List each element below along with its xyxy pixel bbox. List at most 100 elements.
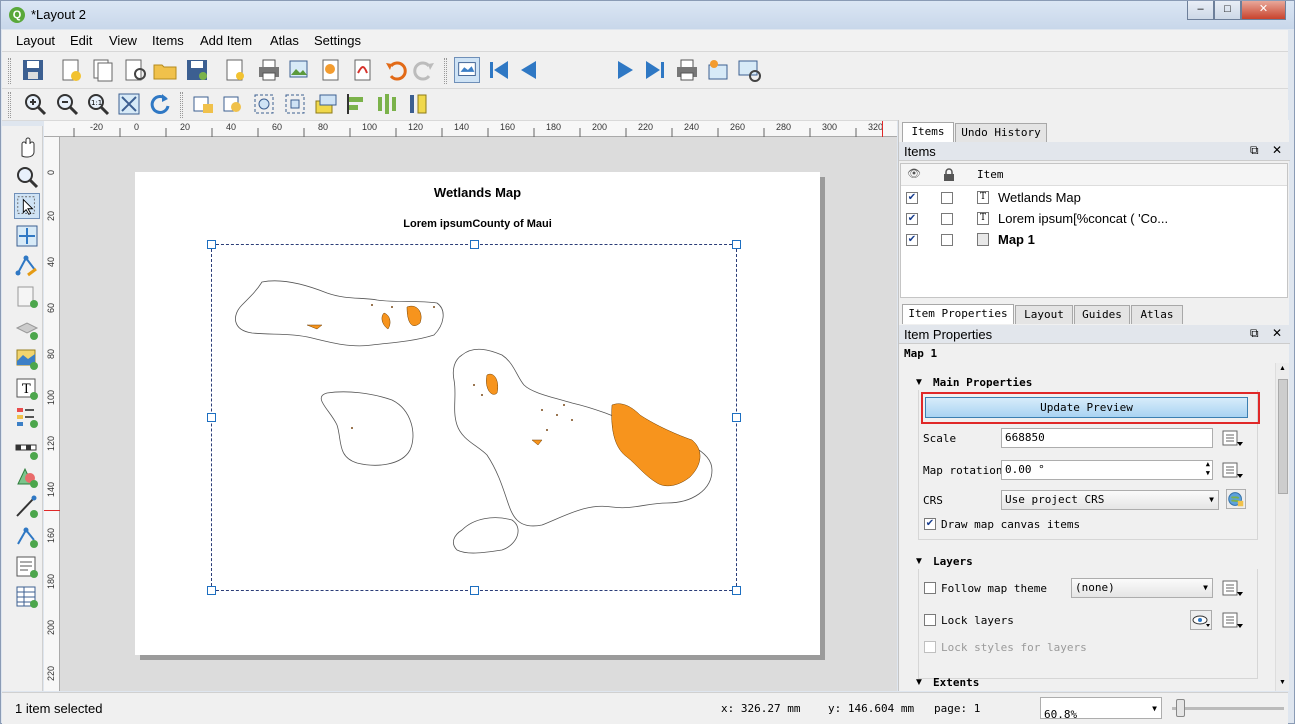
add-page-icon[interactable]	[14, 284, 40, 310]
scroll-down-icon[interactable]: ▼	[1279, 679, 1286, 686]
lock-layers-checkbox[interactable]	[924, 614, 936, 626]
atlas-settings-icon[interactable]	[736, 57, 762, 83]
save-icon[interactable]	[20, 57, 46, 83]
item-row[interactable]: ✔ Map 1	[901, 230, 1287, 250]
save-template-icon[interactable]	[184, 57, 210, 83]
minimize-button[interactable]: –	[1187, 1, 1214, 20]
visible-checkbox[interactable]: ✔	[906, 234, 918, 246]
add-arrow-icon[interactable]	[14, 524, 40, 550]
zoom-slider[interactable]	[1172, 707, 1284, 710]
resize-handle[interactable]	[732, 240, 741, 249]
toolbar-grip[interactable]	[8, 58, 11, 84]
lock-items-icon[interactable]	[190, 91, 216, 117]
print-icon[interactable]	[256, 57, 282, 83]
float-icon[interactable]: ⧉	[1250, 326, 1259, 341]
menu-edit[interactable]: Edit	[70, 33, 92, 48]
tab-layout[interactable]: Layout	[1015, 305, 1073, 324]
menu-layout[interactable]: Layout	[16, 33, 55, 48]
resize-handle[interactable]	[470, 240, 479, 249]
maximize-button[interactable]: □	[1214, 1, 1241, 20]
next-feature-icon[interactable]	[612, 57, 638, 83]
map-theme-combo[interactable]: (none) ▼	[1071, 578, 1213, 598]
scroll-up-icon[interactable]: ▲	[1279, 365, 1286, 372]
undo-icon[interactable]	[382, 57, 408, 83]
previous-feature-icon[interactable]	[516, 57, 542, 83]
tab-item-properties[interactable]: Item Properties	[902, 304, 1014, 324]
visible-checkbox[interactable]: ✔	[906, 192, 918, 204]
layout-page[interactable]: Wetlands Map Lorem ipsumCounty of Maui	[135, 172, 820, 655]
zoom-actual-icon[interactable]: 1:1	[85, 91, 111, 117]
collapse-arrow-icon[interactable]: ▼	[914, 377, 924, 388]
menu-view[interactable]: View	[109, 33, 137, 48]
print-atlas-icon[interactable]	[674, 57, 700, 83]
add-shape-icon[interactable]	[14, 464, 40, 490]
resize-handle[interactable]	[207, 586, 216, 595]
resize-handle[interactable]	[207, 240, 216, 249]
ungroup-items-icon[interactable]	[282, 91, 308, 117]
spinner-arrows-icon[interactable]: ▲ ▼	[1206, 460, 1210, 478]
refresh-icon[interactable]	[146, 91, 172, 117]
distribute-icon[interactable]	[374, 91, 400, 117]
raise-items-icon[interactable]	[313, 91, 339, 117]
menu-settings[interactable]: Settings	[314, 33, 361, 48]
toolbar-grip[interactable]	[8, 92, 11, 118]
data-defined-override-icon[interactable]	[1222, 428, 1244, 448]
collapse-arrow-icon[interactable]: ▼	[914, 556, 924, 567]
resize-items-icon[interactable]	[406, 91, 432, 117]
edit-nodes-icon[interactable]	[14, 253, 40, 279]
add-html-icon[interactable]	[14, 554, 40, 580]
zoom-slider-handle[interactable]	[1176, 699, 1185, 717]
close-icon[interactable]: ✕	[1272, 326, 1282, 340]
unlock-items-icon[interactable]	[220, 91, 246, 117]
resize-handle[interactable]	[207, 413, 216, 422]
layout-canvas[interactable]: Wetlands Map Lorem ipsumCounty of Maui	[60, 137, 897, 691]
close-button[interactable]: ✕	[1241, 1, 1286, 20]
zoom-tool-icon[interactable]	[14, 164, 40, 190]
item-row[interactable]: ✔ T Wetlands Map	[901, 188, 1287, 208]
map-item[interactable]	[207, 240, 741, 595]
main-properties-header[interactable]: Main Properties	[933, 376, 1032, 389]
open-template-icon[interactable]	[152, 57, 178, 83]
lock-checkbox[interactable]	[941, 213, 953, 225]
menu-items[interactable]: Items	[152, 33, 184, 48]
tab-guides[interactable]: Guides	[1074, 305, 1130, 324]
resize-handle[interactable]	[470, 586, 479, 595]
scrollbar-thumb[interactable]	[1278, 379, 1288, 494]
data-defined-override-icon[interactable]	[1222, 610, 1244, 630]
zoom-full-icon[interactable]	[116, 91, 142, 117]
new-layout-icon[interactable]	[58, 57, 84, 83]
tab-items[interactable]: Items	[902, 122, 954, 142]
follow-map-theme-checkbox[interactable]	[924, 582, 936, 594]
menu-add-item[interactable]: Add Item	[200, 33, 252, 48]
add-polyline-icon[interactable]	[14, 494, 40, 520]
visible-checkbox[interactable]: ✔	[906, 213, 918, 225]
pan-hand-icon[interactable]	[14, 134, 40, 160]
zoom-combo[interactable]: 60.8% ▼	[1040, 697, 1162, 721]
add-scalebar-icon[interactable]	[14, 436, 40, 462]
export-atlas-icon[interactable]	[705, 57, 731, 83]
tab-undo-history[interactable]: Undo History	[955, 123, 1047, 142]
resize-handle[interactable]	[732, 413, 741, 422]
zoom-in-icon[interactable]	[22, 91, 48, 117]
export-svg-icon[interactable]	[318, 57, 344, 83]
add-map-icon[interactable]	[14, 346, 40, 372]
draw-canvas-items-checkbox[interactable]: ✔	[924, 518, 936, 530]
crs-combo[interactable]: Use project CRS ▼	[1001, 490, 1219, 510]
new-page-icon[interactable]	[222, 57, 248, 83]
layout-manager-icon[interactable]	[122, 57, 148, 83]
select-move-icon[interactable]	[14, 193, 40, 219]
data-defined-override-icon[interactable]	[1222, 578, 1244, 598]
export-pdf-icon[interactable]	[350, 57, 376, 83]
update-preview-button[interactable]: Update Preview	[925, 397, 1248, 418]
first-feature-icon[interactable]	[486, 57, 512, 83]
add-table-icon[interactable]	[14, 584, 40, 610]
duplicate-layout-icon[interactable]	[90, 57, 116, 83]
extents-header[interactable]: Extents	[933, 676, 979, 689]
toolbar-grip[interactable]	[444, 58, 447, 84]
export-image-icon[interactable]	[287, 57, 313, 83]
properties-scrollbar[interactable]: ▲ ▼	[1275, 363, 1289, 691]
atlas-preview-icon[interactable]	[454, 57, 480, 83]
close-icon[interactable]: ✕	[1272, 143, 1282, 157]
toolbar-grip[interactable]	[180, 92, 183, 118]
item-row[interactable]: ✔ T Lorem ipsum[%concat ( 'Co...	[901, 209, 1287, 229]
